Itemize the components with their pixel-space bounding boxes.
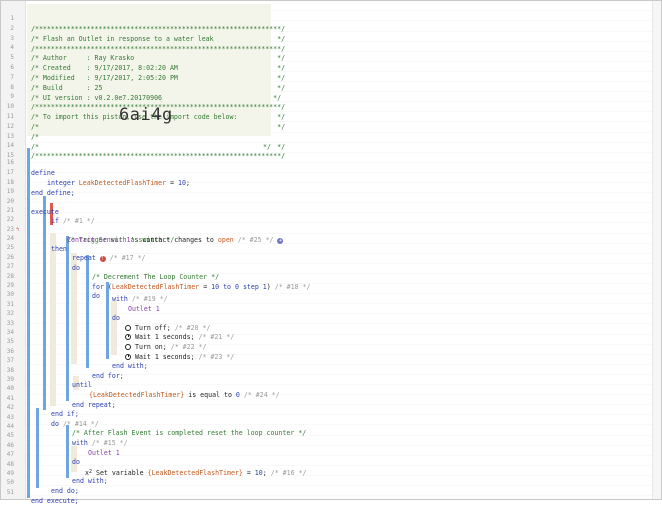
code-line: 12 /* */ (1, 112, 661, 151)
end-execute-keyword: end execute; (31, 496, 79, 505)
code-line: 17 integer LeakDetectedFlashTimer = 10; (1, 158, 661, 187)
code-line: 6 /* Modified : 9/17/2017, 2:05:20 PM */ (1, 53, 661, 82)
code-line: 14 /************************************… (1, 131, 661, 160)
code-line: 5 /* Created : 9/17/2017, 8:02:20 AM */ (1, 43, 661, 72)
code-line: 9 /*************************************… (1, 82, 661, 111)
code-line: 1 /*************************************… (1, 4, 661, 33)
piston-code-viewer: 1 /*************************************… (0, 0, 662, 505)
code-line: 11 /* */ (1, 102, 661, 131)
code-line: 13 /* */ (1, 122, 661, 151)
code-line: end execute; (1, 486, 661, 505)
code-line: 3 /*************************************… (1, 24, 661, 53)
code-line: 18 end define; (1, 168, 661, 197)
code-line: 4 /* Author : Ray Krasko */ (1, 33, 661, 62)
code-line: 7 /* Build : 25 */ (1, 63, 661, 92)
code-line: 10 /* To import this piston, use the imp… (1, 92, 661, 121)
code-line: 8 /* UI version : v0.2.0e7.20170906 */ (1, 73, 661, 102)
code-line: 16 define (1, 148, 661, 177)
code-line: 2 /* Flash an Outlet in response to a wa… (1, 14, 661, 43)
